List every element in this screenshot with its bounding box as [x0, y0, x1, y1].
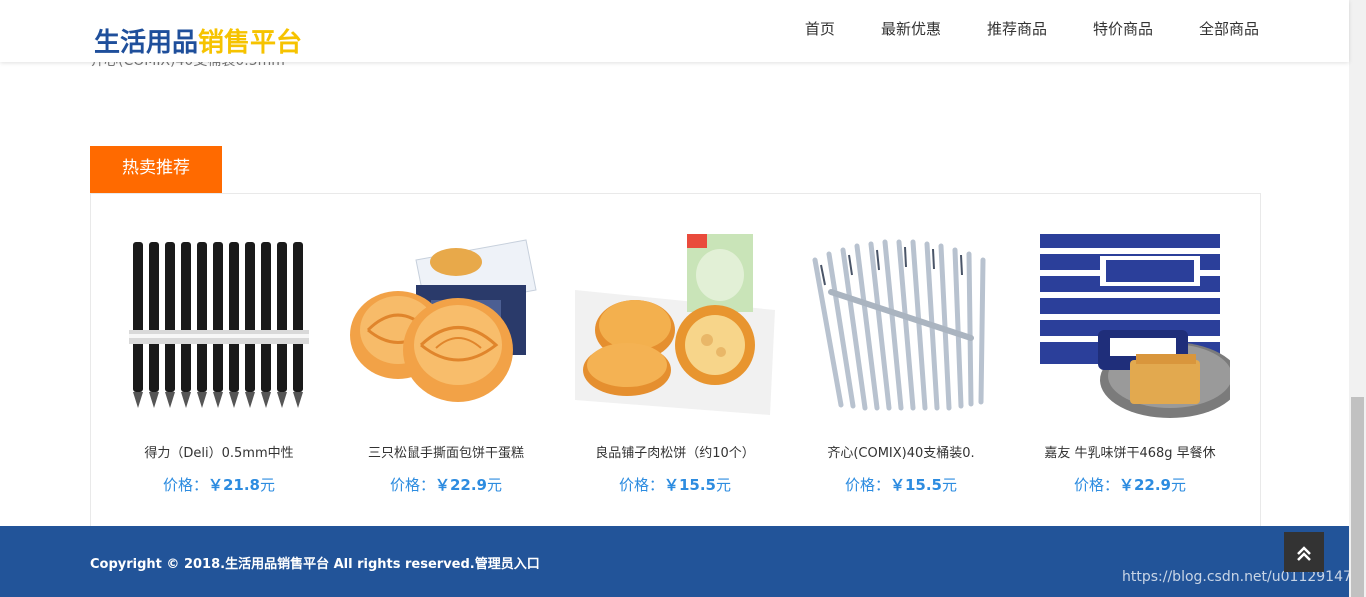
product-name[interactable]: 得力（Deli）0.5mm中性 — [109, 442, 329, 461]
product-card[interactable]: 良品铺子肉松饼（约10个） 价格：￥15.5元 — [565, 230, 785, 520]
hot-products-panel: 得力（Deli）0.5mm中性 价格：￥21.8元 三只松鼠手撕面包饼干蛋糕 价… — [90, 193, 1261, 528]
section-title: 热卖推荐 — [90, 146, 222, 193]
product-price: 价格：￥22.9元 — [1073, 476, 1187, 494]
nav-all-products[interactable]: 全部商品 — [1199, 18, 1259, 39]
double-chevron-up-icon[interactable] — [1284, 532, 1324, 572]
main-nav: 首页 最新优惠 推荐商品 特价商品 全部商品 — [805, 18, 1259, 39]
product-card[interactable]: 三只松鼠手撕面包饼干蛋糕 价格：￥22.9元 — [336, 230, 556, 520]
black-gel-pens-image[interactable] — [119, 230, 319, 420]
nav-latest-offers[interactable]: 最新优惠 — [881, 18, 941, 39]
nav-home[interactable]: 首页 — [805, 18, 835, 39]
page-scrollbar[interactable] — [1349, 0, 1366, 597]
meat-floss-cake-image[interactable] — [575, 230, 775, 420]
site-logo[interactable]: 生活用品销售平台 — [94, 22, 302, 59]
product-card[interactable]: 得力（Deli）0.5mm中性 价格：￥21.8元 — [109, 230, 329, 520]
product-name[interactable]: 嘉友 牛乳味饼干468g 早餐休 — [1020, 442, 1240, 461]
footer: Copyright © 2018.生活用品销售平台 All rights res… — [0, 526, 1361, 597]
product-price: 价格：￥21.8元 — [162, 476, 276, 494]
product-price: 价格：￥22.9元 — [389, 476, 503, 494]
watermark-text: https://blog.csdn.net/u011291472 — [1122, 569, 1361, 585]
milk-biscuit-image[interactable] — [1030, 230, 1240, 420]
bread-image[interactable] — [346, 230, 546, 420]
nav-recommended[interactable]: 推荐商品 — [987, 18, 1047, 39]
product-card[interactable]: 嘉友 牛乳味饼干468g 早餐休 价格：￥22.9元 — [1020, 230, 1240, 520]
scrollbar-thumb[interactable] — [1351, 397, 1364, 597]
header: 生活用品销售平台 首页 最新优惠 推荐商品 特价商品 全部商品 — [0, 0, 1349, 62]
admin-entry-link[interactable]: 管理员入口 — [475, 557, 540, 572]
copyright-text: Copyright © 2018.生活用品销售平台 All rights res… — [90, 557, 540, 572]
product-card[interactable]: 齐心(COMIX)40支桶装0. 价格：￥15.5元 — [791, 230, 1011, 520]
nav-specials[interactable]: 特价商品 — [1093, 18, 1153, 39]
page: 生活用品销售平台 首页 最新优惠 推荐商品 特价商品 全部商品 齐心(COMIX… — [0, 0, 1366, 597]
product-price: 价格：￥15.5元 — [618, 476, 732, 494]
product-name[interactable]: 齐心(COMIX)40支桶装0. — [791, 442, 1011, 461]
product-name[interactable]: 三只松鼠手撕面包饼干蛋糕 — [336, 442, 556, 461]
product-price: 价格：￥15.5元 — [844, 476, 958, 494]
clear-pens-image[interactable] — [801, 230, 1001, 420]
product-name[interactable]: 良品铺子肉松饼（约10个） — [565, 442, 785, 461]
